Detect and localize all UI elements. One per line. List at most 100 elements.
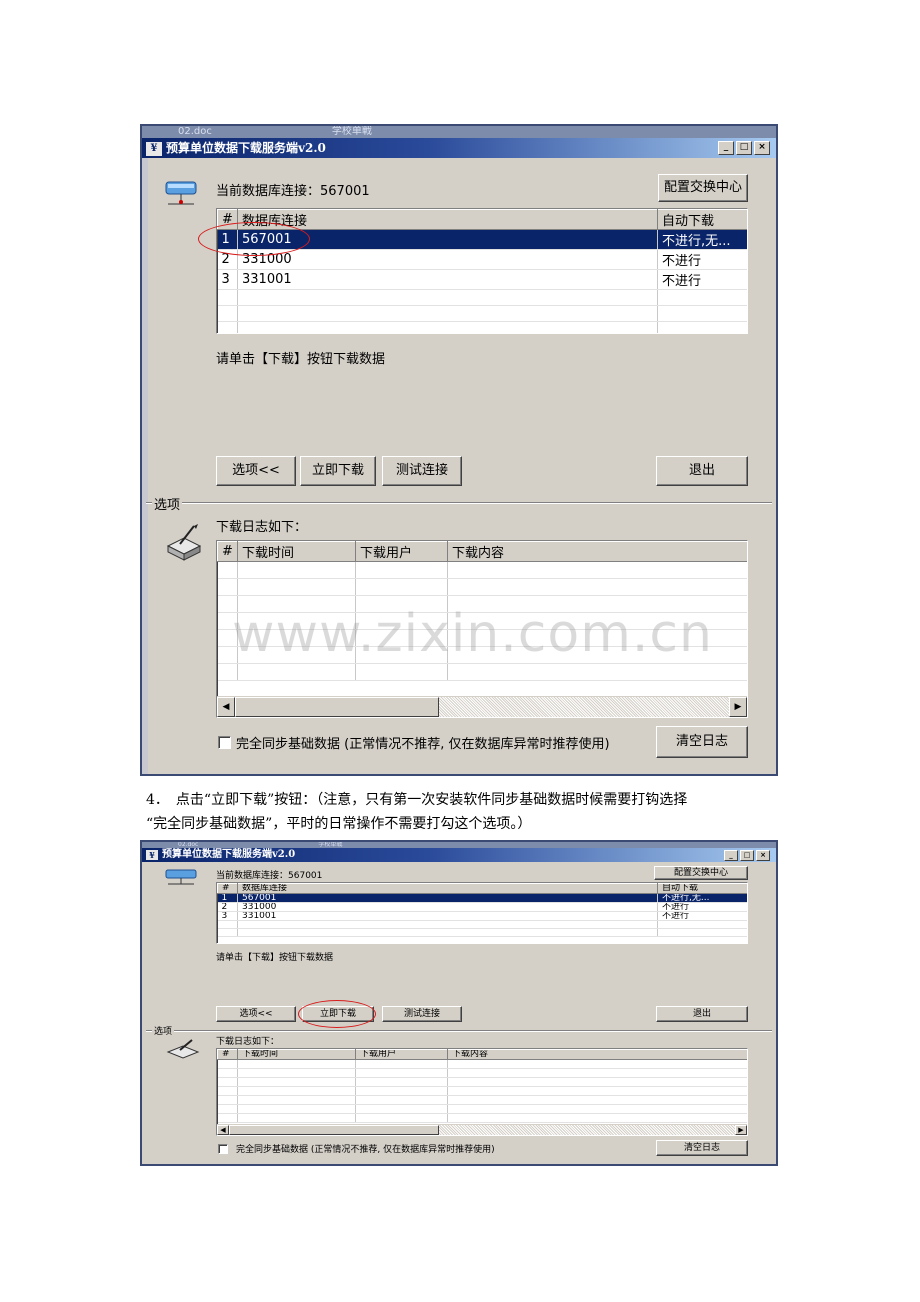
test-connection-button[interactable]: 测试连接 xyxy=(382,456,462,486)
database-icon xyxy=(164,178,198,216)
scroll-thumb[interactable] xyxy=(229,1125,439,1135)
row-connection: 331001 xyxy=(237,911,658,921)
connection-label: 当前数据库连接： xyxy=(216,871,289,881)
table-row[interactable]: 2 331000 不进行 xyxy=(217,249,747,270)
test-connection-button[interactable]: 测试连接 xyxy=(382,1006,462,1022)
exit-button[interactable]: 退出 xyxy=(656,1006,748,1022)
column-header[interactable]: 下载时间 xyxy=(237,1049,356,1060)
background-window-strip: 02.doc 学校单戰 xyxy=(142,126,776,138)
log-label: 下载日志如下： xyxy=(216,520,308,535)
full-sync-checkbox[interactable] xyxy=(218,736,231,749)
app-icon: ¥ xyxy=(146,849,158,860)
minimize-button[interactable]: _ xyxy=(724,850,738,861)
row-autodownload: 不进行 xyxy=(657,902,747,912)
connection-value: 567001 xyxy=(320,184,370,199)
screenshot-small: 02.doc 学校单戰 ¥ 预算单位数据下载服务端v2.0 _ □ × 当前数据库连… xyxy=(140,840,778,1166)
column-header[interactable]: 数据库连接 xyxy=(237,883,658,894)
app-icon: ¥ xyxy=(146,141,162,156)
column-header[interactable]: # xyxy=(217,541,238,562)
connection-value: 567001 xyxy=(288,871,323,881)
column-header[interactable]: 下载用户 xyxy=(355,1049,448,1060)
close-button[interactable]: × xyxy=(754,141,770,155)
window-title: 预算单位数据下载服务端v2.0 xyxy=(162,849,296,860)
behind-text: 02.doc xyxy=(178,841,199,848)
step-text-line1: 4． 点击“立即下载”按钮：（注意，只有第一次安装软件同步基础数据时候需要打钩选… xyxy=(146,792,688,808)
column-header[interactable]: # xyxy=(217,1049,238,1060)
row-connection: 567001 xyxy=(237,893,658,903)
config-exchange-button[interactable]: 配置交换中心 xyxy=(658,174,748,202)
column-header[interactable]: # xyxy=(217,883,238,894)
download-now-button[interactable]: 立即下载 xyxy=(300,456,376,486)
options-divider xyxy=(146,502,772,503)
options-divider xyxy=(146,1030,772,1031)
scroll-right-button[interactable]: ▶ xyxy=(729,697,747,717)
full-sync-label[interactable]: 完全同步基础数据 (正常情况不推荐, 仅在数据库异常时推荐使用) xyxy=(236,1142,495,1155)
database-icon xyxy=(164,868,198,891)
horizontal-scrollbar[interactable]: ◀ ▶ xyxy=(217,1124,747,1135)
title-bar: ¥ 预算单位数据下载服务端v2.0 _ □ × xyxy=(142,848,776,862)
connection-label: 当前数据库连接： xyxy=(216,184,321,199)
behind-text: 学校单戰 xyxy=(331,126,372,137)
row-connection: 331000 xyxy=(237,902,658,912)
row-autodownload: 不进行 xyxy=(657,269,747,290)
close-button[interactable]: × xyxy=(756,850,770,861)
row-connection: 331000 xyxy=(237,249,658,270)
row-index: 2 xyxy=(217,902,238,912)
row-index: 3 xyxy=(217,911,238,921)
maximize-button[interactable]: □ xyxy=(740,850,754,861)
scroll-left-button[interactable]: ◀ xyxy=(217,1125,229,1135)
behind-text: 学校单戰 xyxy=(318,841,343,848)
options-group-label: 选项 xyxy=(152,1024,175,1037)
row-autodownload: 不进行,无... xyxy=(657,893,747,903)
log-icon xyxy=(164,522,204,566)
left-edge xyxy=(142,138,148,774)
window-title: 预算单位数据下载服务端v2.0 xyxy=(166,141,326,155)
full-sync-checkbox[interactable] xyxy=(218,1144,228,1154)
column-header[interactable]: 数据库连接 xyxy=(237,209,658,230)
table-row[interactable]: 3 331001 不进行 xyxy=(217,269,747,290)
title-bar: ¥ 预算单位数据下载服务端v2.0 _ □ × xyxy=(142,138,776,158)
table-row[interactable]: 2 331000 不进行 xyxy=(217,902,747,912)
log-table[interactable]: # 下载时间 下载用户 下载内容 ◀ ▶ xyxy=(216,1048,748,1136)
log-icon xyxy=(166,1038,200,1063)
options-button[interactable]: 选项<< xyxy=(216,1006,296,1022)
clear-log-button[interactable]: 清空日志 xyxy=(656,726,748,758)
hint-text: 请单击【下载】按钮下载数据 xyxy=(216,352,386,367)
annotation-circle xyxy=(198,222,310,256)
row-autodownload: 不进行 xyxy=(657,249,747,270)
screenshot-large: 02.doc 学校单戰 ¥ 预算单位数据下载服务端v2.0 _ □ × 当前数据库连… xyxy=(140,124,778,776)
column-header[interactable]: 下载内容 xyxy=(447,1049,747,1060)
column-header[interactable]: 自动下载 xyxy=(657,883,747,894)
behind-text: 02.doc xyxy=(178,126,212,137)
row-connection: 331001 xyxy=(237,269,658,290)
database-list[interactable]: # 数据库连接 自动下载 1 567001 不进行,无... 2 331000 … xyxy=(216,882,748,944)
row-index: 1 xyxy=(217,893,238,903)
table-row[interactable]: 1 567001 不进行,无... xyxy=(217,893,747,903)
column-header[interactable]: 下载用户 xyxy=(355,541,448,562)
row-autodownload: 不进行,无... xyxy=(657,229,747,250)
exit-button[interactable]: 退出 xyxy=(656,456,748,486)
column-header[interactable]: 下载时间 xyxy=(237,541,356,562)
watermark: www.zixin.com.cn xyxy=(232,604,713,664)
step-text-line2: “完全同步基础数据”，平时的日常操作不需要打勾这个选项。） xyxy=(146,816,532,832)
horizontal-scrollbar[interactable]: ◀ ▶ xyxy=(217,696,747,717)
connection-info: 当前数据库连接：567001 xyxy=(216,868,322,881)
options-button[interactable]: 选项<< xyxy=(216,456,296,486)
column-header[interactable]: 下载内容 xyxy=(447,541,747,562)
log-label: 下载日志如下： xyxy=(216,1037,280,1047)
table-row[interactable]: 3 331001 不进行 xyxy=(217,911,747,921)
full-sync-label[interactable]: 完全同步基础数据 (正常情况不推荐, 仅在数据库异常时推荐使用) xyxy=(236,733,610,752)
clear-log-button[interactable]: 清空日志 xyxy=(656,1140,748,1156)
minimize-button[interactable]: _ xyxy=(718,141,734,155)
config-exchange-button[interactable]: 配置交换中心 xyxy=(654,866,748,880)
row-index: 3 xyxy=(217,269,238,290)
annotation-circle xyxy=(298,1000,376,1028)
hint-text: 请单击【下载】按钮下载数据 xyxy=(216,953,334,963)
options-group-label: 选项 xyxy=(152,494,183,513)
scroll-thumb[interactable] xyxy=(235,697,439,717)
connection-info: 当前数据库连接：567001 xyxy=(216,180,370,199)
maximize-button[interactable]: □ xyxy=(736,141,752,155)
column-header[interactable]: 自动下载 xyxy=(657,209,747,230)
scroll-left-button[interactable]: ◀ xyxy=(217,697,235,717)
scroll-right-button[interactable]: ▶ xyxy=(735,1125,747,1135)
